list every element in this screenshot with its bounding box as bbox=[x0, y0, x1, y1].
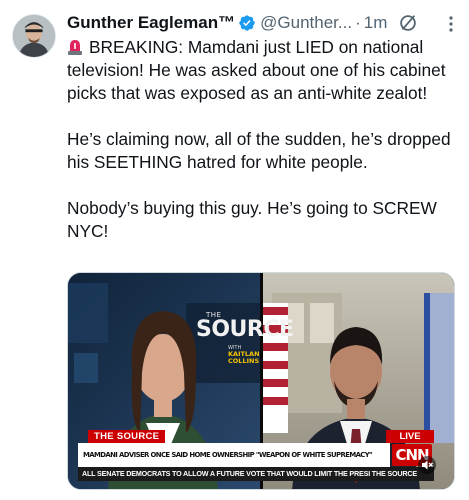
verified-badge-icon[interactable] bbox=[238, 14, 256, 32]
tweet-paragraph-text: BREAKING: Mamdani just LIED on national … bbox=[67, 37, 446, 103]
live-badge: LIVE bbox=[386, 430, 434, 443]
tweet[interactable]: Gunther Eagleman™ @Gunther... · 1m BREAK bbox=[0, 0, 469, 500]
chyron-headline: MAMDANI ADVISER ONCE SAID HOME OWNERSHIP… bbox=[78, 443, 390, 467]
display-name[interactable]: Gunther Eagleman™ bbox=[67, 13, 235, 33]
grok-icon[interactable] bbox=[397, 12, 419, 34]
tweet-paragraph: He’s claiming now, all of the sudden, he… bbox=[67, 129, 451, 172]
handle[interactable]: @Gunther... bbox=[260, 13, 352, 33]
news-ticker: ALL SENATE DEMOCRATS TO ALLOW A FUTURE V… bbox=[78, 467, 434, 481]
show-logo-host: KAITLAN COLLINS bbox=[228, 350, 260, 365]
tweet-header: Gunther Eagleman™ @Gunther... · 1m bbox=[67, 12, 387, 34]
siren-emoji-icon bbox=[67, 38, 83, 55]
timestamp[interactable]: 1m bbox=[364, 13, 388, 33]
show-logo-word: SOURCE bbox=[196, 317, 294, 342]
more-icon[interactable] bbox=[441, 14, 461, 34]
mute-icon[interactable] bbox=[418, 456, 436, 474]
tweet-text: BREAKING: Mamdani just LIED on national … bbox=[67, 36, 453, 243]
show-name-tag: THE SOURCE bbox=[88, 430, 166, 443]
tweet-paragraph: BREAKING: Mamdani just LIED on national … bbox=[67, 36, 453, 105]
tweet-paragraph: Nobody’s buying this guy. He’s going to … bbox=[67, 198, 437, 241]
video-player[interactable]: THE SOURCE WITH KAITLAN COLLINS THE SOUR… bbox=[67, 272, 455, 490]
separator-dot: · bbox=[355, 13, 361, 32]
avatar[interactable] bbox=[12, 14, 56, 58]
